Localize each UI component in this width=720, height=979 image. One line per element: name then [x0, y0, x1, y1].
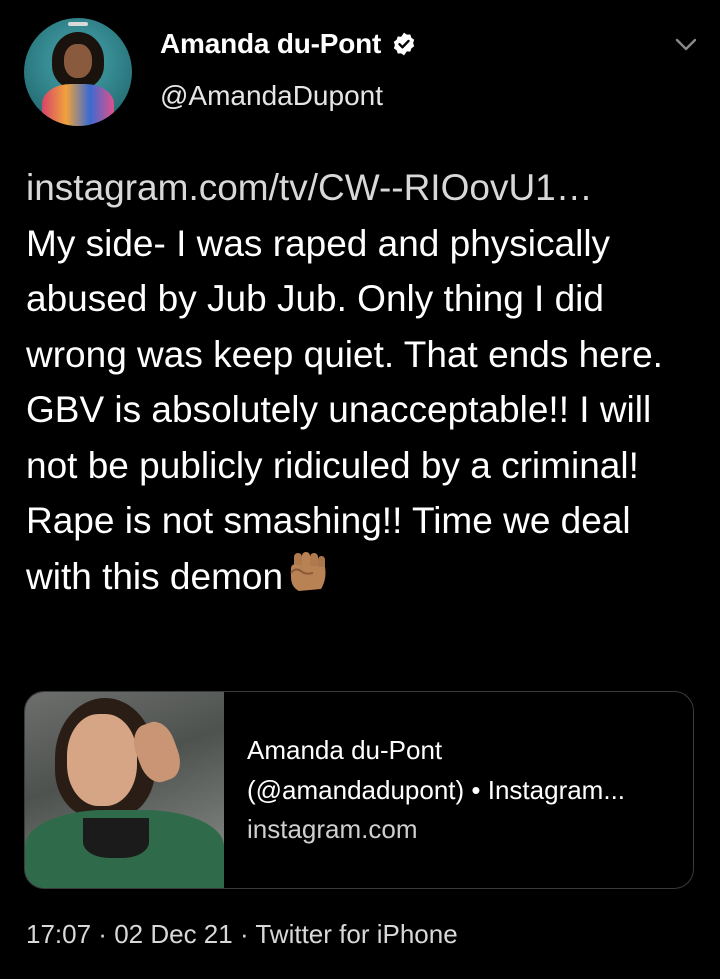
tweet-meta: 17:07 · 02 Dec 21 · Twitter for iPhone: [26, 919, 458, 950]
tweet-date: 02 Dec 21: [114, 919, 233, 949]
author-handle[interactable]: @AmandaDupont: [160, 80, 383, 112]
link-preview-card[interactable]: Amanda du-Pont (@amandadupont) • Instagr…: [24, 691, 694, 889]
tweet-time: 17:07: [26, 919, 92, 949]
card-thumbnail-image: [25, 692, 224, 888]
author-avatar[interactable]: [24, 18, 132, 126]
tweet-text: My side- I was raped and physically abus…: [26, 222, 674, 597]
avatar-face: [64, 44, 92, 78]
meta-separator: ·: [232, 919, 256, 949]
verified-badge-icon: [394, 32, 415, 56]
avatar-clothing: [42, 84, 114, 126]
card-domain: instagram.com: [247, 814, 418, 844]
author-name[interactable]: Amanda du-Pont: [160, 28, 381, 60]
card-title-line2: (@amandadupont) • Instagram...: [247, 775, 626, 805]
chevron-down-icon[interactable]: [674, 36, 698, 54]
card-title[interactable]: Amanda du-Pont (@amandadupont) • Instagr…: [247, 730, 625, 810]
meta-separator: ·: [91, 919, 115, 949]
thumb-collar: [83, 818, 149, 858]
tweet-body: instagram.com/tv/CW--RIOovU1… My side- I …: [26, 160, 706, 604]
card-title-line1: Amanda du-Pont: [247, 735, 443, 765]
author-name-row[interactable]: Amanda du-Pont: [160, 28, 417, 60]
avatar-top-tag: [68, 22, 88, 26]
tweet-link[interactable]: instagram.com/tv/CW--RIOovU1…: [26, 160, 706, 216]
raised-fist-emoji-icon: ✊🏽: [290, 551, 326, 591]
thumb-face: [67, 714, 137, 806]
tweet-source[interactable]: Twitter for iPhone: [255, 919, 457, 949]
